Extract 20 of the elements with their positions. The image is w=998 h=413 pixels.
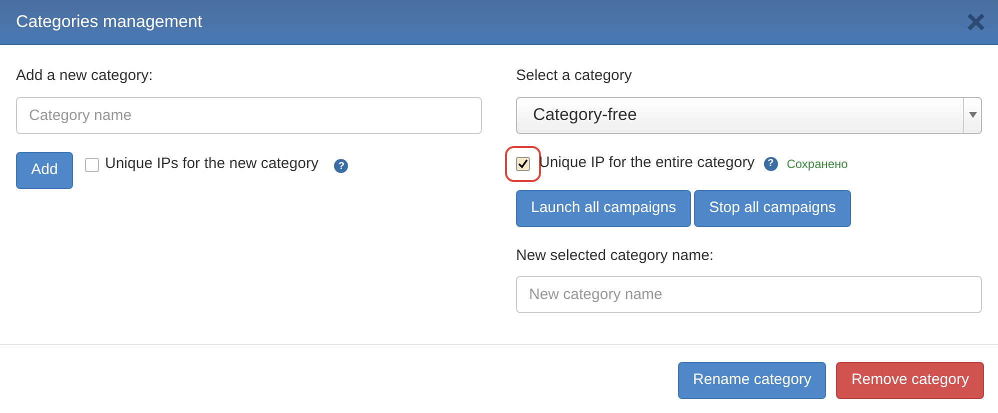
rename-button[interactable]: Rename category xyxy=(678,362,826,399)
status-text: Сохранено xyxy=(786,156,848,172)
close-button[interactable] xyxy=(966,12,986,32)
input-field[interactable]: New category name xyxy=(516,276,982,313)
checkbox[interactable] xyxy=(85,158,99,172)
field-label: New selected category name: xyxy=(516,246,715,266)
category-select[interactable]: Category-free xyxy=(516,96,982,134)
input-field[interactable]: Category name xyxy=(16,96,482,134)
window-title: Categories management xyxy=(16,11,202,34)
campaign-button[interactable]: Launch all campaigns xyxy=(516,190,692,226)
field-label: Select a category xyxy=(516,66,633,86)
help-icon[interactable]: ? xyxy=(334,159,348,173)
caret-icon xyxy=(968,112,976,118)
add-button[interactable]: Add xyxy=(16,152,73,188)
checkbox-label: Unique IPs for the new category xyxy=(105,154,318,174)
checkbox[interactable] xyxy=(516,156,530,170)
help-icon[interactable]: ? xyxy=(764,156,778,170)
campaign-button[interactable]: Stop all campaigns xyxy=(694,190,851,226)
field-label: Add a new category: xyxy=(16,66,154,86)
remove-button[interactable]: Remove category xyxy=(836,362,984,399)
